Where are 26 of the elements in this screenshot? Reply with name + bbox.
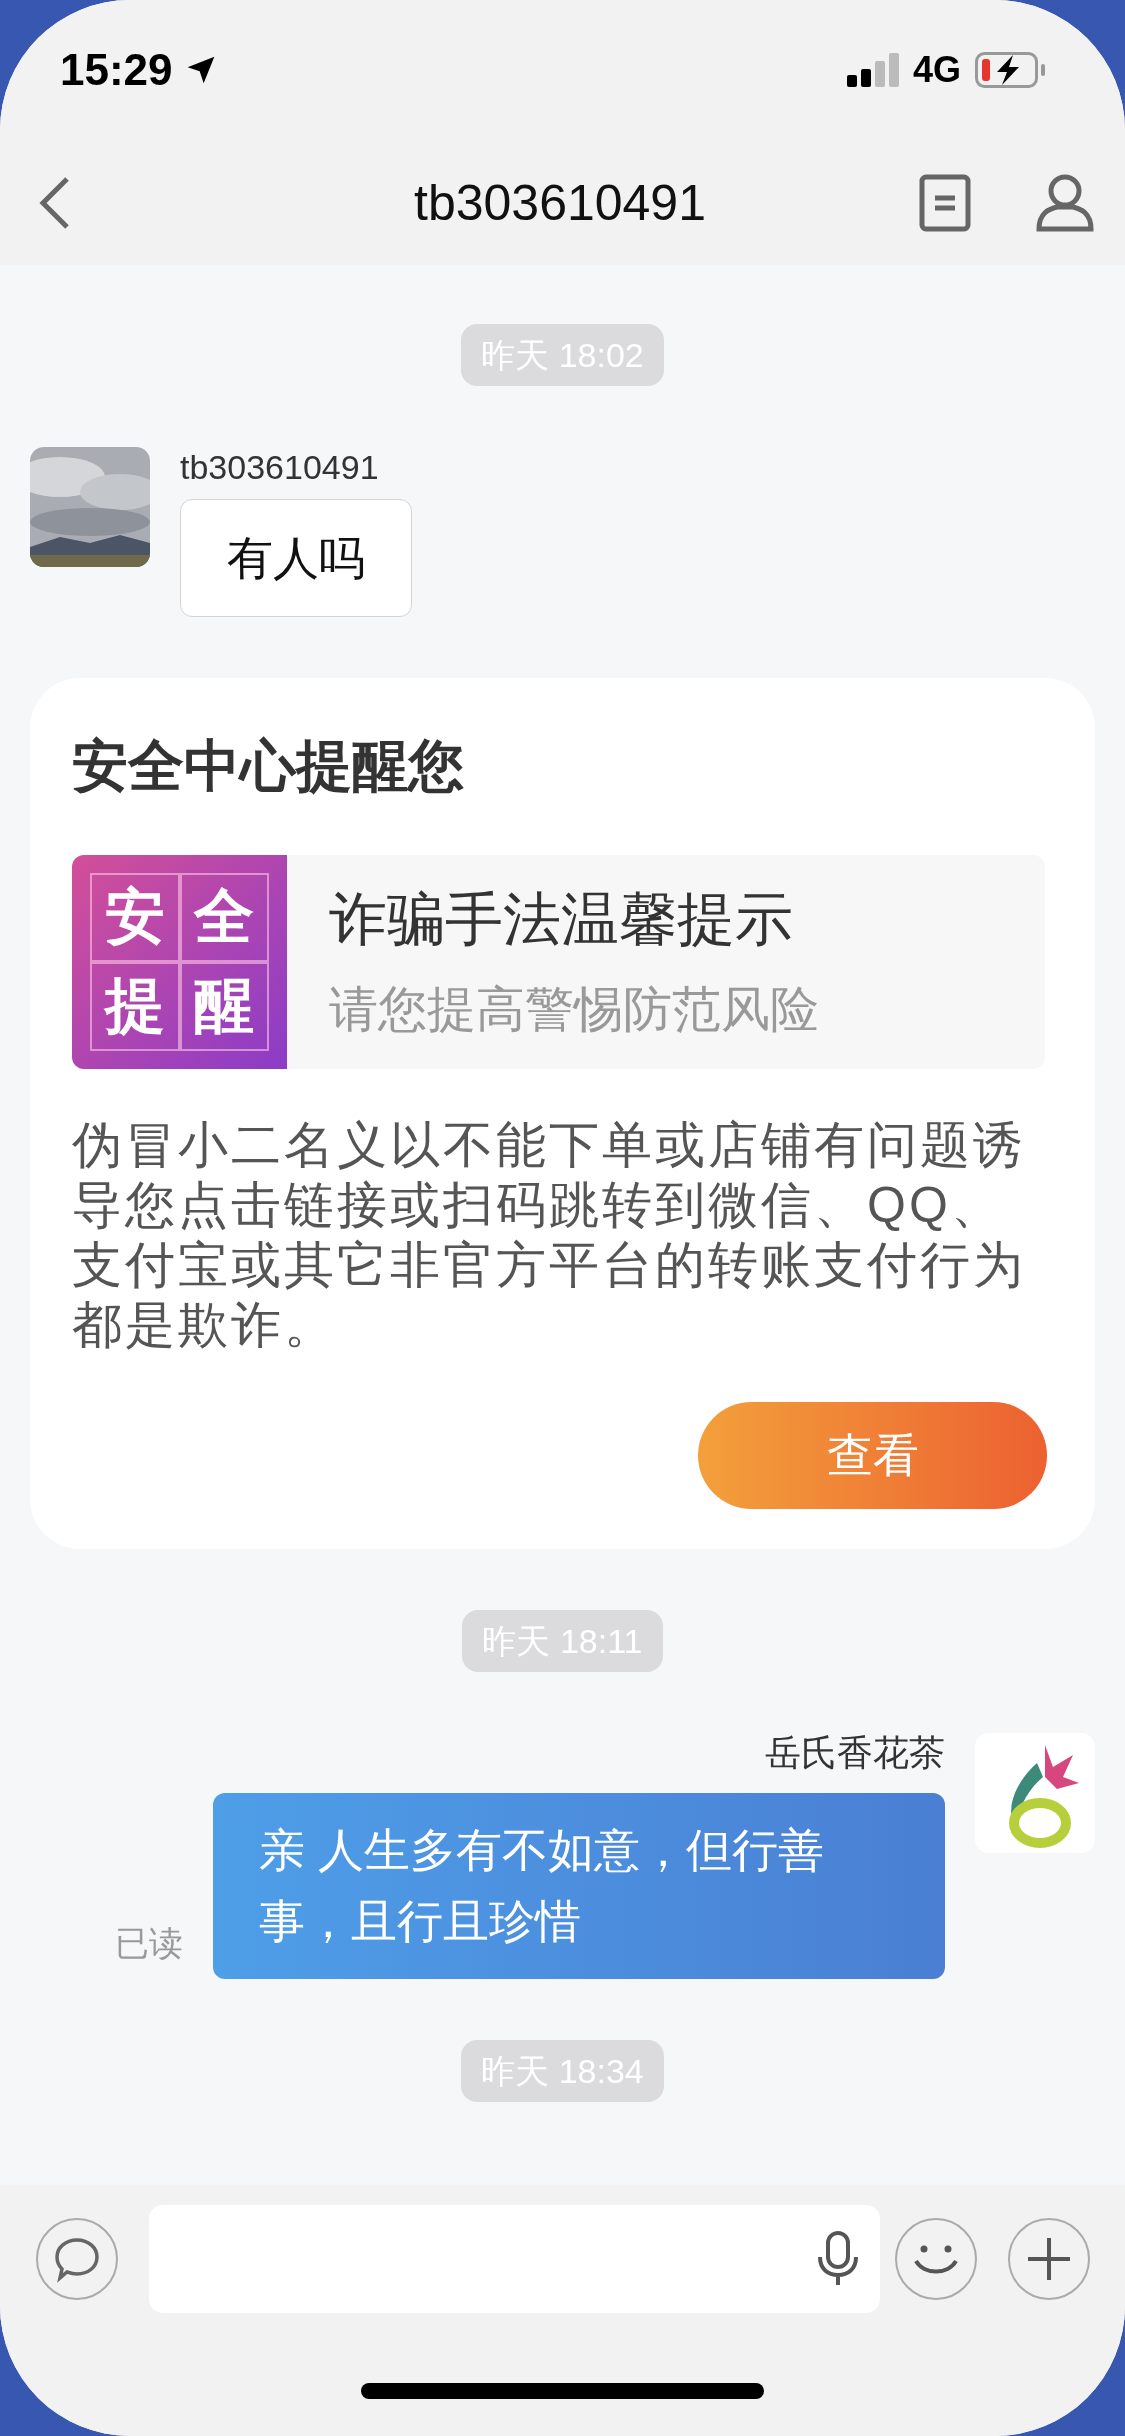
- plus-icon[interactable]: [1008, 2218, 1090, 2300]
- chat-title: tb303610491: [414, 173, 706, 232]
- message-input[interactable]: [149, 2205, 880, 2313]
- message-bubble: 亲 人生多有不如意，但行善事，且行且珍惜: [213, 1793, 945, 1979]
- banner-subline: 请您提高警惕防范风险: [329, 981, 819, 1038]
- view-button[interactable]: 查看: [698, 1402, 1047, 1509]
- sender-name: tb303610491: [180, 447, 379, 487]
- profile-icon[interactable]: [1035, 172, 1095, 233]
- badge-character: 提: [90, 962, 180, 1051]
- document-icon[interactable]: [919, 173, 971, 232]
- battery-icon: [975, 52, 1045, 88]
- microphone-icon[interactable]: [816, 2231, 860, 2287]
- badge-character: 安: [90, 873, 180, 962]
- banner-headline: 诈骗手法温馨提示: [329, 885, 794, 953]
- card-title: 安全中心提醒您: [72, 733, 465, 799]
- sender-name: 岳氏香花茶: [765, 1733, 945, 1773]
- read-receipt: 已读: [115, 1923, 183, 1964]
- clock: 15:29: [60, 45, 173, 95]
- signal-icon: [846, 53, 899, 87]
- chat-bubble-icon[interactable]: [36, 2218, 118, 2300]
- badge-character: 全: [179, 873, 269, 962]
- message-bubble: 有人吗: [180, 499, 412, 617]
- emoji-icon[interactable]: [895, 2218, 977, 2300]
- warning-text: 伪冒小二名义以不能下单或店铺有问题诱导您点击链接或扫码跳转到微信、QQ、支付宝或其它非官方平台的转账支付行为都是欺诈。: [72, 1116, 1027, 1355]
- network-type: 4G: [912, 49, 961, 91]
- badge-character: 醒: [179, 962, 269, 1051]
